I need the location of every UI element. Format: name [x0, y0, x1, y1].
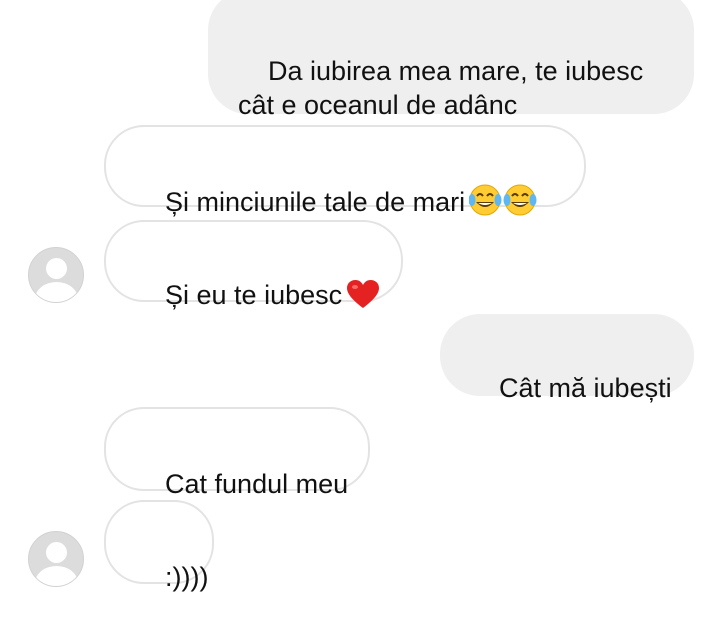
message-text: Și minciunile tale de mari: [165, 187, 466, 217]
avatar-head-shape: [46, 542, 67, 563]
incoming-message-bubble[interactable]: Cat fundul meu: [104, 407, 370, 499]
contact-avatar[interactable]: [28, 247, 84, 303]
message-text: :)))): [165, 562, 209, 592]
message-text: Cat fundul meu: [165, 469, 349, 499]
laughing-tears-emoji: [468, 183, 537, 225]
avatar-shoulders-shape: [35, 566, 78, 586]
message-text: Da iubirea mea mare, te iubesc cât e oce…: [238, 56, 644, 120]
incoming-message-bubble[interactable]: Și minciunile tale de mari: [104, 125, 586, 217]
message-text: Și eu te iubesc: [165, 280, 343, 310]
avatar-head-shape: [46, 258, 67, 279]
outgoing-message-bubble[interactable]: Cât mă iubești: [440, 314, 694, 403]
contact-avatar[interactable]: [28, 531, 84, 587]
red-heart-emoji: [346, 280, 380, 318]
chat-thread: Da iubirea mea mare, te iubesc cât e oce…: [0, 0, 720, 592]
avatar-shoulders-shape: [35, 282, 78, 302]
incoming-message-bubble[interactable]: :)))): [104, 500, 214, 592]
outgoing-message-bubble[interactable]: Da iubirea mea mare, te iubesc cât e oce…: [208, 0, 694, 120]
incoming-message-bubble[interactable]: Și eu te iubesc: [104, 220, 403, 310]
message-text: Cât mă iubești: [499, 373, 672, 403]
